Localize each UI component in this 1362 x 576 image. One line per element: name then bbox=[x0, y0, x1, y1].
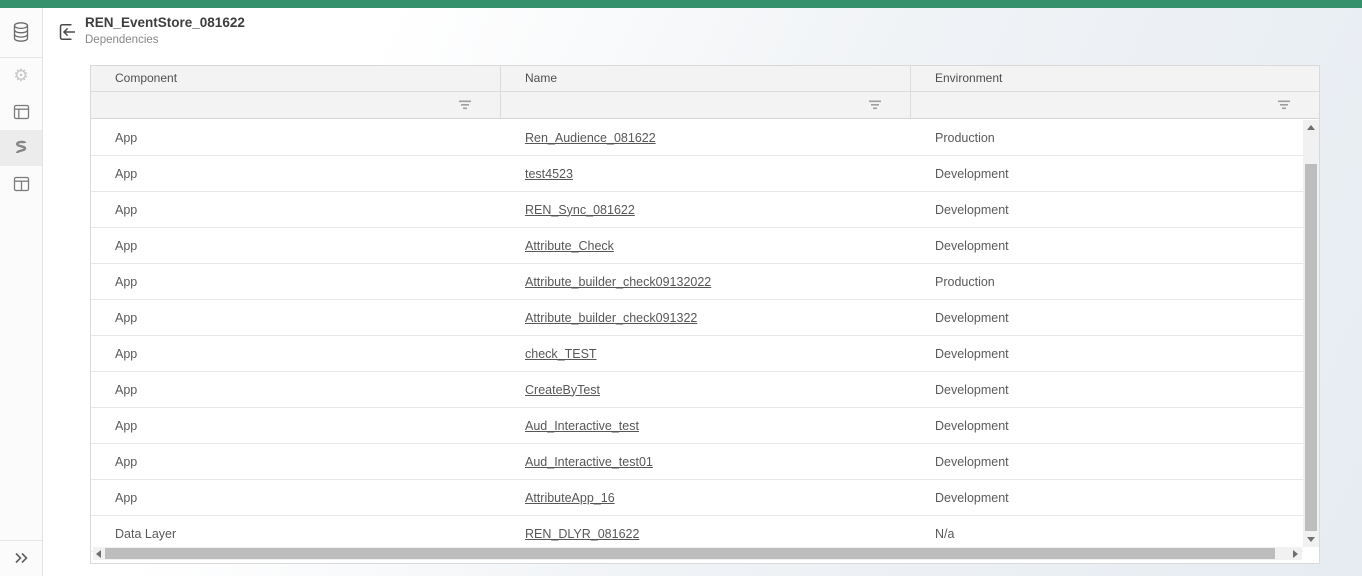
column-header-environment[interactable]: Environment bbox=[911, 66, 1319, 91]
name-link[interactable]: REN_DLYR_081622 bbox=[525, 527, 639, 541]
scroll-right-arrow-icon[interactable] bbox=[1293, 550, 1298, 558]
horizontal-scrollbar-thumb[interactable] bbox=[105, 548, 1275, 559]
table-header-row: Component Name Environment bbox=[91, 66, 1319, 92]
table-row: App Attribute_Check Development bbox=[91, 228, 1303, 264]
cell-component: App bbox=[91, 383, 501, 397]
back-button[interactable] bbox=[56, 21, 78, 43]
cell-name: REN_Sync_081622 bbox=[501, 203, 911, 217]
horizontal-scrollbar[interactable] bbox=[93, 547, 1302, 560]
cell-name: REN_DLYR_081622 bbox=[501, 527, 911, 541]
scroll-up-arrow-icon[interactable] bbox=[1307, 125, 1315, 130]
name-link[interactable]: test4523 bbox=[525, 167, 573, 181]
expand-chevrons-icon bbox=[11, 549, 31, 567]
filter-icon[interactable] bbox=[458, 100, 472, 110]
cell-environment: Development bbox=[911, 167, 1303, 181]
cell-name: Attribute_Check bbox=[501, 239, 911, 253]
cell-name: CreateByTest bbox=[501, 383, 911, 397]
layout-columns-icon bbox=[13, 176, 30, 192]
scroll-down-arrow-icon[interactable] bbox=[1307, 537, 1315, 542]
name-link[interactable]: AttributeApp_16 bbox=[525, 491, 615, 505]
sidebar-item-layout-columns[interactable] bbox=[0, 166, 42, 202]
sidebar-item-database[interactable] bbox=[0, 14, 42, 50]
cell-component: App bbox=[91, 275, 501, 289]
cell-component: App bbox=[91, 347, 501, 361]
name-link[interactable]: Aud_Interactive_test01 bbox=[525, 455, 653, 469]
table-row: App Ren_Audience_081622 Production bbox=[91, 120, 1303, 156]
table-body: App Ren_Audience_081622 Production App t… bbox=[91, 120, 1303, 563]
table-row: App Aud_Interactive_test Development bbox=[91, 408, 1303, 444]
database-icon bbox=[11, 21, 31, 43]
cell-name: test4523 bbox=[501, 167, 911, 181]
name-link[interactable]: check_TEST bbox=[525, 347, 597, 361]
dependencies-table: Component Name Environment bbox=[90, 65, 1320, 564]
sidebar-item-layout-panel[interactable] bbox=[0, 94, 42, 130]
filter-icon[interactable] bbox=[1277, 100, 1291, 110]
cell-name: Attribute_builder_check09132022 bbox=[501, 275, 911, 289]
name-link[interactable]: Attribute_Check bbox=[525, 239, 614, 253]
table-row: App check_TEST Development bbox=[91, 336, 1303, 372]
table-row: App Attribute_builder_check091322 Develo… bbox=[91, 300, 1303, 336]
column-header-component[interactable]: Component bbox=[91, 66, 501, 91]
cell-environment: Development bbox=[911, 347, 1303, 361]
name-link[interactable]: Aud_Interactive_test bbox=[525, 419, 639, 433]
name-link[interactable]: REN_Sync_081622 bbox=[525, 203, 635, 217]
exit-left-arrow-icon bbox=[56, 21, 78, 43]
name-link[interactable]: Attribute_builder_check09132022 bbox=[525, 275, 711, 289]
name-link[interactable]: Ren_Audience_081622 bbox=[525, 131, 656, 145]
cell-environment: Development bbox=[911, 383, 1303, 397]
table-row: App test4523 Development bbox=[91, 156, 1303, 192]
filter-cell-name bbox=[501, 92, 911, 118]
cell-environment: Development bbox=[911, 239, 1303, 253]
cell-environment: Development bbox=[911, 311, 1303, 325]
cell-component: App bbox=[91, 311, 501, 325]
cell-component: App bbox=[91, 455, 501, 469]
sidebar-expand-button[interactable] bbox=[0, 542, 42, 574]
table-row: App AttributeApp_16 Development bbox=[91, 480, 1303, 516]
table-row: App REN_Sync_081622 Development bbox=[91, 192, 1303, 228]
cell-component: Data Layer bbox=[91, 527, 501, 541]
sidebar-bottom-divider bbox=[0, 540, 42, 541]
cell-environment: Development bbox=[911, 491, 1303, 505]
column-header-name[interactable]: Name bbox=[501, 66, 911, 91]
cell-component: App bbox=[91, 131, 501, 145]
vertical-scrollbar-thumb[interactable] bbox=[1305, 164, 1317, 531]
sidebar-item-settings[interactable]: ⚙ bbox=[0, 58, 42, 94]
sidebar-item-flow[interactable] bbox=[0, 130, 42, 166]
filter-row bbox=[91, 92, 1319, 119]
cell-name: Attribute_builder_check091322 bbox=[501, 311, 911, 325]
filter-cell-environment bbox=[911, 92, 1319, 118]
vertical-scrollbar[interactable] bbox=[1303, 120, 1319, 547]
cell-name: Aud_Interactive_test bbox=[501, 419, 911, 433]
top-accent-bar bbox=[0, 0, 1362, 8]
cell-environment: Development bbox=[911, 455, 1303, 469]
filter-icon[interactable] bbox=[868, 100, 882, 110]
table-row: App Attribute_builder_check09132022 Prod… bbox=[91, 264, 1303, 300]
cell-component: App bbox=[91, 419, 501, 433]
cell-environment: Production bbox=[911, 131, 1303, 145]
page-subtitle: Dependencies bbox=[85, 34, 159, 46]
gear-icon: ⚙ bbox=[13, 68, 28, 85]
name-link[interactable]: Attribute_builder_check091322 bbox=[525, 311, 697, 325]
page-title: REN_EventStore_081622 bbox=[85, 15, 245, 30]
flow-icon bbox=[12, 139, 30, 157]
cell-name: check_TEST bbox=[501, 347, 911, 361]
table-row: App CreateByTest Development bbox=[91, 372, 1303, 408]
cell-environment: N/a bbox=[911, 527, 1303, 541]
cell-component: App bbox=[91, 239, 501, 253]
cell-environment: Development bbox=[911, 419, 1303, 433]
filter-cell-component bbox=[91, 92, 501, 118]
cell-name: AttributeApp_16 bbox=[501, 491, 911, 505]
cell-name: Aud_Interactive_test01 bbox=[501, 455, 911, 469]
cell-environment: Production bbox=[911, 275, 1303, 289]
name-link[interactable]: CreateByTest bbox=[525, 383, 600, 397]
cell-component: App bbox=[91, 167, 501, 181]
cell-component: App bbox=[91, 491, 501, 505]
cell-component: App bbox=[91, 203, 501, 217]
scroll-left-arrow-icon[interactable] bbox=[96, 550, 101, 558]
sidebar: ⚙ bbox=[0, 8, 43, 576]
layout-panel-icon bbox=[13, 104, 30, 120]
cell-environment: Development bbox=[911, 203, 1303, 217]
table-row: App Aud_Interactive_test01 Development bbox=[91, 444, 1303, 480]
cell-name: Ren_Audience_081622 bbox=[501, 131, 911, 145]
